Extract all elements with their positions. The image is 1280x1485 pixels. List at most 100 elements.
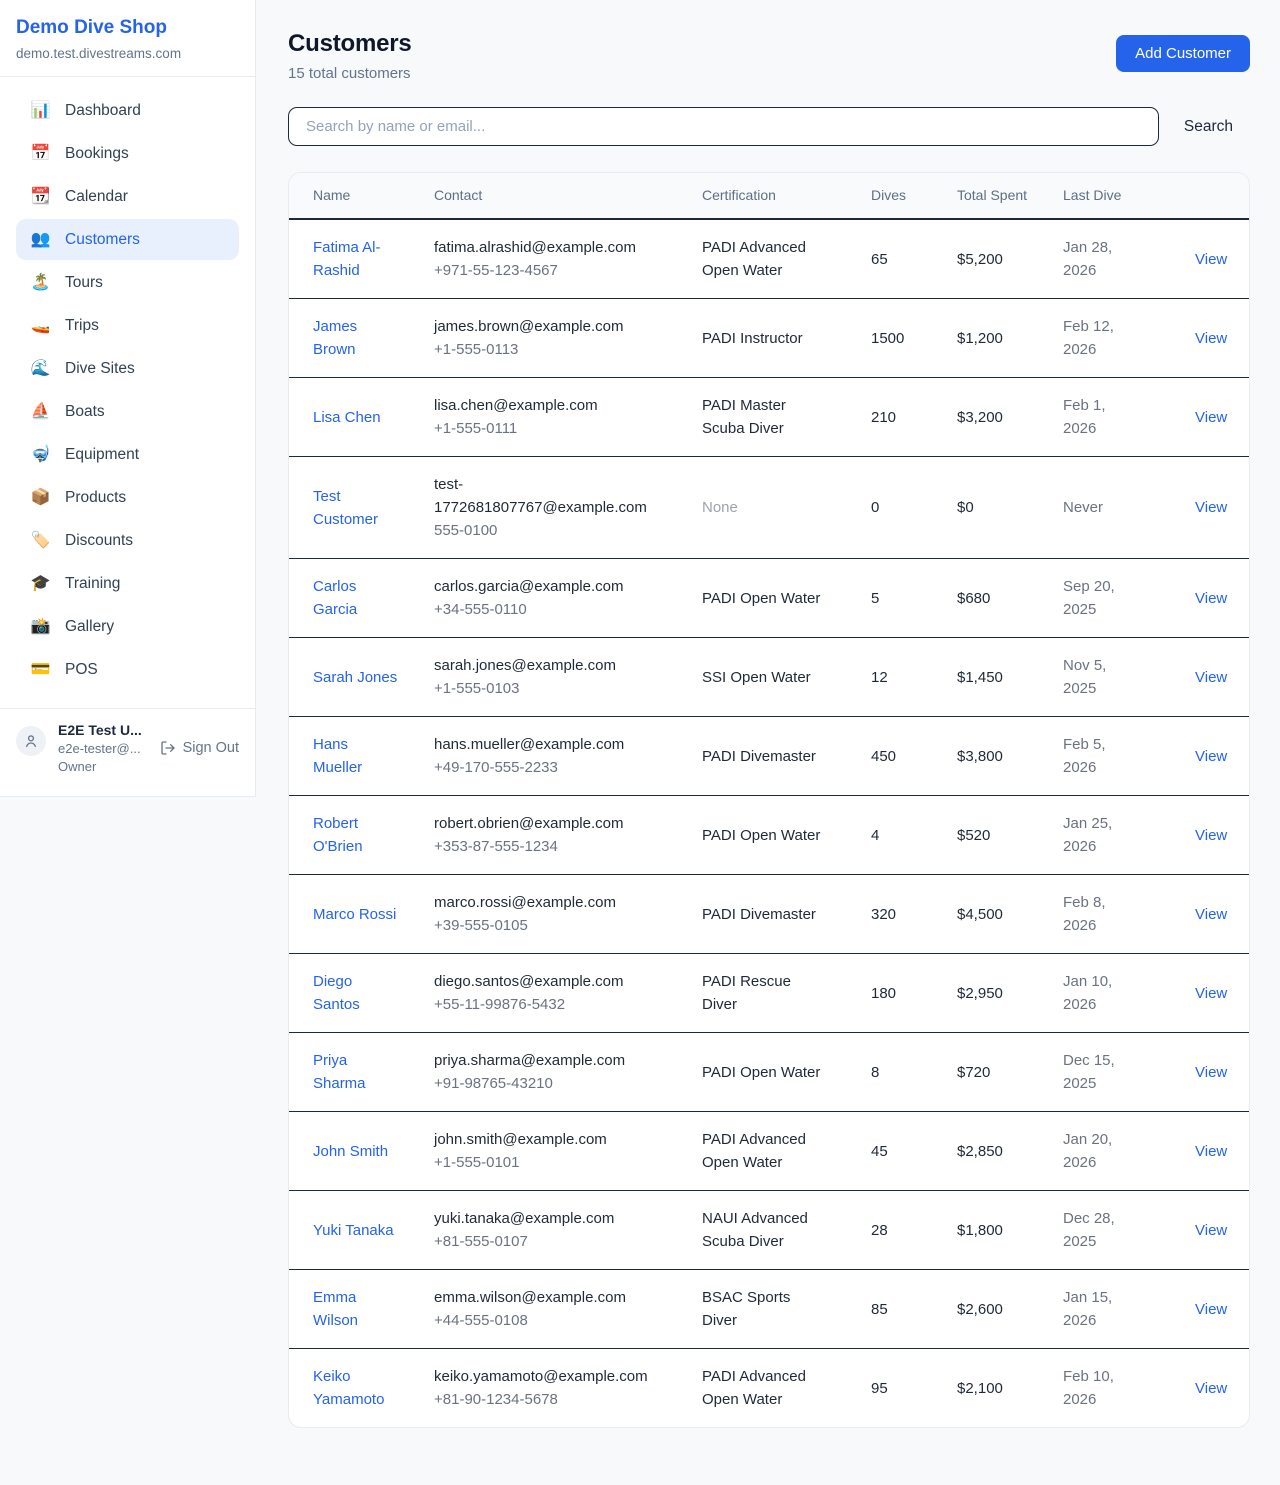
customer-total-spent: $0 — [957, 457, 1063, 559]
view-customer-link[interactable]: View — [1195, 1301, 1227, 1318]
sign-out-label: Sign Out — [183, 740, 239, 756]
customer-total-spent: $720 — [957, 1033, 1063, 1112]
customer-name-link[interactable]: Carlos Garcia — [313, 578, 357, 618]
customer-name-link[interactable]: James Brown — [313, 318, 357, 358]
sidebar-item-dashboard[interactable]: 📊 Dashboard — [16, 90, 239, 131]
customer-email: priya.sharma@example.com — [434, 1049, 670, 1072]
customer-total-spent: $3,200 — [957, 378, 1063, 457]
customer-name-link[interactable]: Emma Wilson — [313, 1289, 358, 1329]
table-row: Fatima Al-Rashid fatima.alrashid@example… — [289, 219, 1249, 299]
customer-last-dive: Feb 1, 2026 — [1063, 378, 1170, 457]
customer-dives: 320 — [871, 875, 957, 954]
view-customer-link[interactable]: View — [1195, 1380, 1227, 1397]
user-role: Owner — [58, 759, 148, 774]
person-icon — [23, 733, 39, 749]
sidebar-item-trips[interactable]: 🚤 Trips — [16, 305, 239, 346]
sidebar-item-label: Gallery — [65, 618, 114, 636]
table-row: Robert O'Brien robert.obrien@example.com… — [289, 796, 1249, 875]
sign-out-button[interactable]: Sign Out — [160, 740, 239, 756]
customer-total-spent: $680 — [957, 559, 1063, 638]
table-row: Yuki Tanaka yuki.tanaka@example.com +81-… — [289, 1191, 1249, 1270]
customer-name-link[interactable]: Keiko Yamamoto — [313, 1368, 384, 1408]
sidebar-item-gallery[interactable]: 📸 Gallery — [16, 606, 239, 647]
customer-name-link[interactable]: Lisa Chen — [313, 409, 381, 426]
view-customer-link[interactable]: View — [1195, 1222, 1227, 1239]
add-customer-button[interactable]: Add Customer — [1116, 35, 1250, 72]
sidebar-item-pos[interactable]: 💳 POS — [16, 649, 239, 690]
view-customer-link[interactable]: View — [1195, 330, 1227, 347]
table-row: Hans Mueller hans.mueller@example.com +4… — [289, 717, 1249, 796]
customer-email: sarah.jones@example.com — [434, 654, 670, 677]
view-customer-link[interactable]: View — [1195, 827, 1227, 844]
search-row: Search — [288, 107, 1250, 146]
customer-phone: +39-555-0105 — [434, 914, 670, 937]
sidebar-item-boats[interactable]: ⛵ Boats — [16, 391, 239, 432]
customer-total-spent: $1,800 — [957, 1191, 1063, 1270]
customer-certification: PADI Open Water — [702, 827, 820, 844]
view-customer-link[interactable]: View — [1195, 1143, 1227, 1160]
gallery-icon: 📸 — [30, 616, 51, 637]
table-row: John Smith john.smith@example.com +1-555… — [289, 1112, 1249, 1191]
sidebar-item-training[interactable]: 🎓 Training — [16, 563, 239, 604]
view-customer-link[interactable]: View — [1195, 985, 1227, 1002]
customer-total-spent: $2,850 — [957, 1112, 1063, 1191]
tours-icon: 🏝️ — [30, 272, 51, 293]
customer-phone: +55-11-99876-5432 — [434, 993, 670, 1016]
customer-email: carlos.garcia@example.com — [434, 575, 670, 598]
customer-name-link[interactable]: Hans Mueller — [313, 736, 362, 776]
view-customer-link[interactable]: View — [1195, 499, 1227, 516]
sidebar-item-equipment[interactable]: 🤿 Equipment — [16, 434, 239, 475]
sidebar-item-dive-sites[interactable]: 🌊 Dive Sites — [16, 348, 239, 389]
customer-name-link[interactable]: Yuki Tanaka — [313, 1222, 394, 1239]
user-info: E2E Test U... e2e-tester@... Owner — [58, 722, 148, 774]
avatar — [16, 726, 46, 756]
sidebar-nav: 📊 Dashboard 📅 Bookings 📆 Calendar 👥 Cust… — [0, 77, 255, 700]
customer-email: hans.mueller@example.com — [434, 733, 670, 756]
column-header-last-dive: Last Dive — [1063, 173, 1170, 219]
customer-dives: 5 — [871, 559, 957, 638]
view-customer-link[interactable]: View — [1195, 669, 1227, 686]
view-customer-link[interactable]: View — [1195, 590, 1227, 607]
customer-dives: 85 — [871, 1270, 957, 1349]
customer-name-link[interactable]: Fatima Al-Rashid — [313, 239, 381, 279]
customer-dives: 180 — [871, 954, 957, 1033]
customer-certification: PADI Master Scuba Diver — [702, 397, 786, 437]
equipment-icon: 🤿 — [30, 444, 51, 465]
customer-total-spent: $1,450 — [957, 638, 1063, 717]
sidebar-item-products[interactable]: 📦 Products — [16, 477, 239, 518]
customer-phone: +81-90-1234-5678 — [434, 1388, 670, 1411]
column-header-dives: Dives — [871, 173, 957, 219]
sidebar-item-label: Bookings — [65, 145, 129, 163]
sign-out-icon — [160, 740, 176, 756]
sidebar-item-discounts[interactable]: 🏷️ Discounts — [16, 520, 239, 561]
customer-email: yuki.tanaka@example.com — [434, 1207, 670, 1230]
user-section: E2E Test U... e2e-tester@... Owner Sign … — [0, 708, 255, 792]
customer-certification: None — [702, 499, 738, 516]
customer-name-link[interactable]: John Smith — [313, 1143, 388, 1160]
view-customer-link[interactable]: View — [1195, 1064, 1227, 1081]
customer-name-link[interactable]: Priya Sharma — [313, 1052, 366, 1092]
customers-table: Name Contact Certification Dives Total S… — [289, 173, 1249, 1427]
pos-icon: 💳 — [30, 659, 51, 680]
view-customer-link[interactable]: View — [1195, 251, 1227, 268]
customer-phone: +1-555-0113 — [434, 338, 670, 361]
customer-name-link[interactable]: Marco Rossi — [313, 906, 396, 923]
view-customer-link[interactable]: View — [1195, 409, 1227, 426]
view-customer-link[interactable]: View — [1195, 748, 1227, 765]
sidebar-item-customers[interactable]: 👥 Customers — [16, 219, 239, 260]
view-customer-link[interactable]: View — [1195, 906, 1227, 923]
customer-name-link[interactable]: Sarah Jones — [313, 669, 397, 686]
search-input[interactable] — [288, 107, 1159, 146]
customer-name-link[interactable]: Test Customer — [313, 488, 378, 528]
sidebar-item-label: Dashboard — [65, 102, 141, 120]
search-button[interactable]: Search — [1184, 118, 1233, 136]
table-row: Keiko Yamamoto keiko.yamamoto@example.co… — [289, 1349, 1249, 1428]
customer-certification: PADI Open Water — [702, 1064, 820, 1081]
sidebar-item-calendar[interactable]: 📆 Calendar — [16, 176, 239, 217]
customer-phone: +91-98765-43210 — [434, 1072, 670, 1095]
customer-dives: 95 — [871, 1349, 957, 1428]
customer-name-link[interactable]: Diego Santos — [313, 973, 360, 1013]
sidebar-item-bookings[interactable]: 📅 Bookings — [16, 133, 239, 174]
customer-name-link[interactable]: Robert O'Brien — [313, 815, 363, 855]
sidebar-item-tours[interactable]: 🏝️ Tours — [16, 262, 239, 303]
